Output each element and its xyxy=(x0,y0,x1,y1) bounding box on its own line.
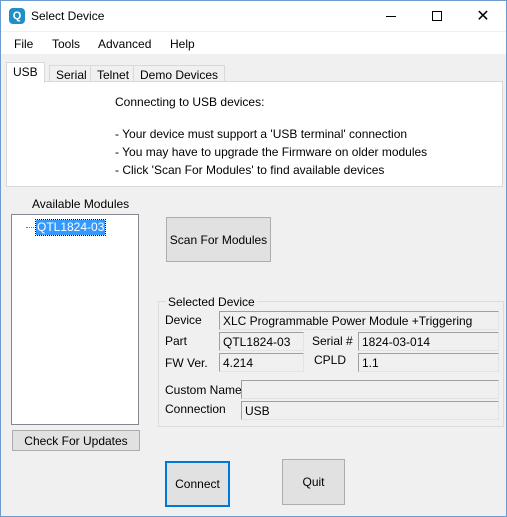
minimize-icon xyxy=(386,15,396,17)
available-modules-tree[interactable]: QTL1824-03 xyxy=(11,214,139,425)
menu-file[interactable]: File xyxy=(14,37,33,51)
part-label: Part xyxy=(165,334,188,348)
menu-advanced[interactable]: Advanced xyxy=(98,37,151,51)
usb-info-line: - Your device must support a 'USB termin… xyxy=(115,127,408,141)
usb-info-line: - You may have to upgrade the Firmware o… xyxy=(115,145,428,159)
custom-name-field[interactable] xyxy=(241,380,499,399)
usb-tab-panel: Connecting to USB devices: - Your device… xyxy=(6,81,503,187)
connection-field: USB xyxy=(241,401,499,420)
selected-device-title: Selected Device xyxy=(166,295,257,309)
scan-for-modules-button[interactable]: Scan For Modules xyxy=(166,217,271,262)
usb-info-heading: Connecting to USB devices: xyxy=(115,95,265,109)
close-icon: ✕ xyxy=(476,6,490,25)
serial-label: Serial # xyxy=(312,334,353,348)
maximize-button[interactable] xyxy=(414,1,460,31)
maximize-icon xyxy=(432,11,442,21)
module-tree-item[interactable]: QTL1824-03 xyxy=(34,219,107,236)
connection-label: Connection xyxy=(165,402,226,416)
serial-field: 1824-03-014 xyxy=(358,332,499,351)
menu-help[interactable]: Help xyxy=(170,37,195,51)
quit-button[interactable]: Quit xyxy=(282,459,345,505)
minimize-button[interactable] xyxy=(368,1,414,31)
device-field: XLC Programmable Power Module +Triggerin… xyxy=(219,311,499,330)
select-device-window: Q Select Device ✕ File Tools Advanced He… xyxy=(0,0,507,517)
cpld-field: 1.1 xyxy=(358,353,499,372)
custom-name-label: Custom Name xyxy=(165,383,242,397)
fw-version-label: FW Ver. xyxy=(165,356,208,370)
close-button[interactable]: ✕ xyxy=(460,1,506,31)
device-label: Device xyxy=(165,313,202,327)
part-field: QTL1824-03 xyxy=(219,332,304,351)
usb-info-line: - Click 'Scan For Modules' to find avail… xyxy=(115,163,385,177)
connect-button[interactable]: Connect xyxy=(165,461,230,507)
window-title: Select Device xyxy=(31,9,105,23)
check-for-updates-button[interactable]: Check For Updates xyxy=(12,430,140,451)
menu-bar: File Tools Advanced Help xyxy=(1,32,506,54)
fw-version-field: 4.214 xyxy=(219,353,304,372)
tree-connector xyxy=(26,227,34,228)
tab-usb[interactable]: USB xyxy=(6,62,45,83)
title-bar[interactable]: Q Select Device ✕ xyxy=(1,1,506,31)
menu-tools[interactable]: Tools xyxy=(52,37,80,51)
available-modules-label: Available Modules xyxy=(32,197,130,211)
app-logo-icon: Q xyxy=(9,8,25,24)
cpld-label: CPLD xyxy=(314,353,347,367)
